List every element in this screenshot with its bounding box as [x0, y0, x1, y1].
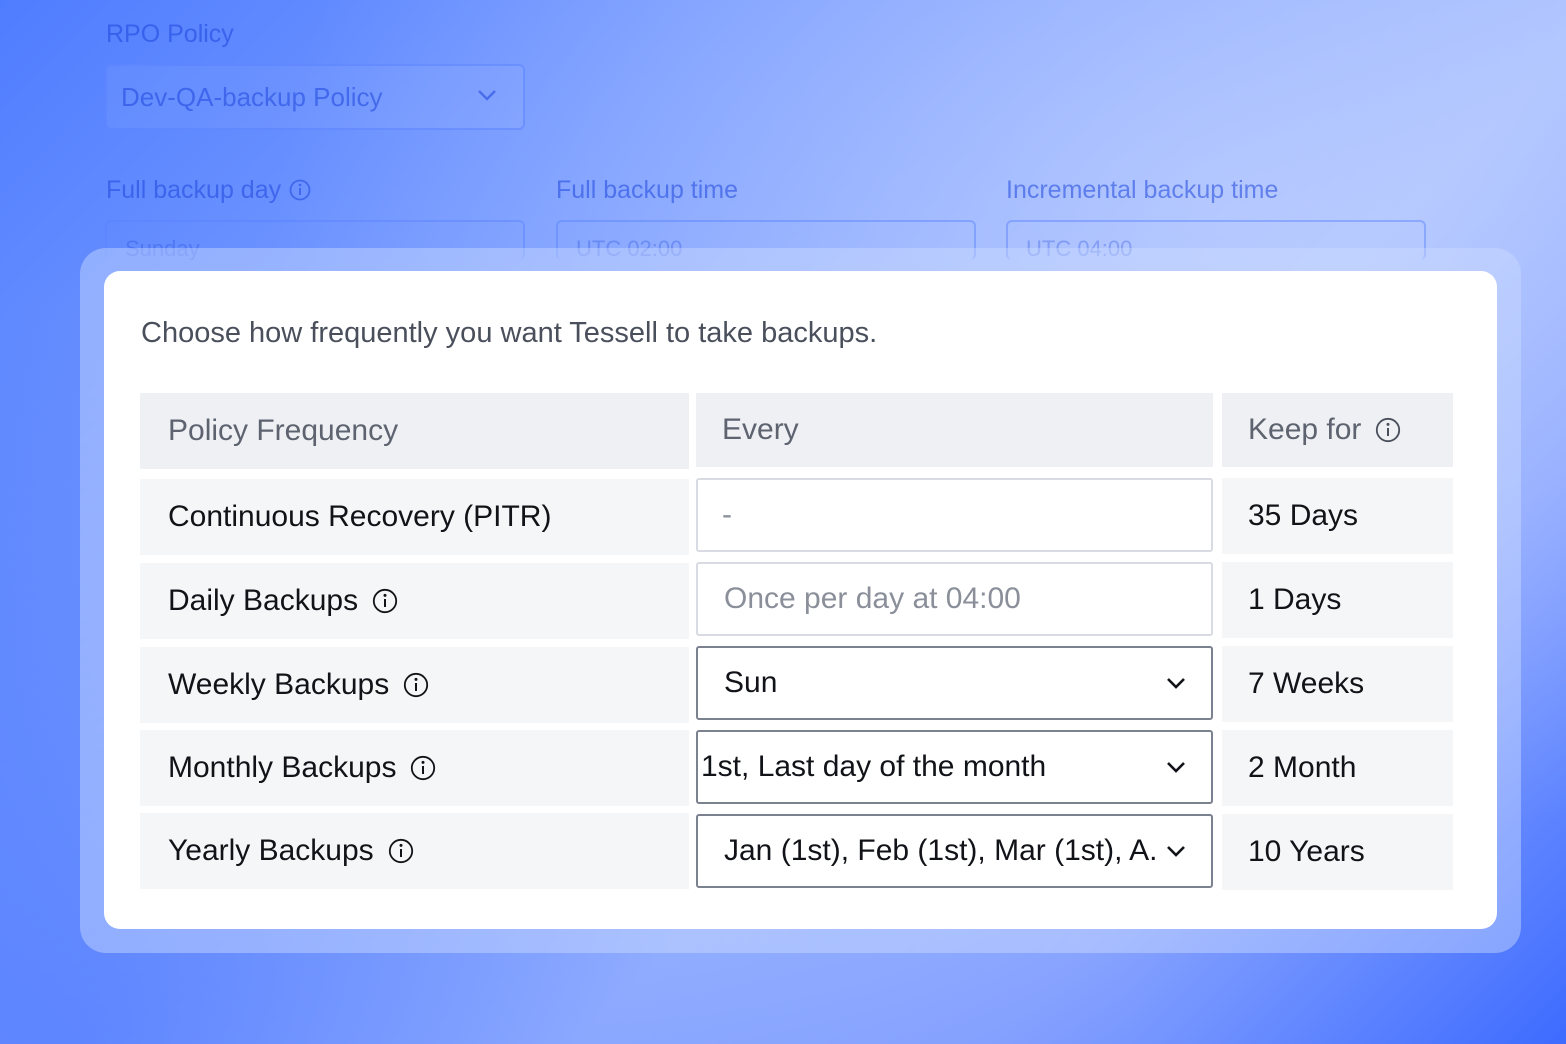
yearly-backups-months-select[interactable]: Jan (1st), Feb (1st), Mar (1st), A...: [696, 814, 1213, 888]
rpo-policy-select[interactable]: Dev-QA-backup Policy: [105, 64, 525, 130]
continuous-recovery-keep-for: 35 Days: [1222, 478, 1453, 554]
info-circle-icon[interactable]: [410, 755, 436, 781]
monthly-backups-day-select[interactable]: 1st, Last day of the month: [696, 730, 1213, 804]
row-daily-backups: Daily Backups: [140, 563, 689, 639]
weekly-backups-keep-for: 7 Weeks: [1222, 646, 1453, 722]
header-policy-frequency: Policy Frequency: [140, 393, 689, 469]
backup-frequency-modal: Choose how frequently you want Tessell t…: [104, 271, 1497, 929]
full-backup-time-label: Full backup time: [556, 176, 739, 204]
modal-intro-text: Choose how frequently you want Tessell t…: [141, 317, 878, 349]
chevron-down-icon: [1167, 678, 1185, 689]
row-weekly-backups: Weekly Backups: [140, 647, 689, 723]
row-yearly-backups: Yearly Backups: [140, 813, 689, 889]
chevron-down-icon: [478, 90, 496, 101]
chevron-down-icon: [1167, 846, 1185, 857]
weekly-backups-day-select[interactable]: Sun: [696, 646, 1213, 720]
header-every: Every: [696, 393, 1213, 467]
incremental-backup-time-label: Incremental backup time: [1006, 176, 1279, 204]
info-icon: [289, 179, 311, 201]
daily-backups-keep-for: 1 Days: [1222, 562, 1453, 638]
continuous-recovery-every-field: -: [696, 478, 1213, 552]
row-continuous-recovery: Continuous Recovery (PITR): [140, 479, 689, 555]
full-backup-day-label: Full backup day: [106, 176, 311, 205]
chevron-down-icon: [1167, 762, 1185, 773]
info-circle-icon[interactable]: [388, 838, 414, 864]
row-monthly-backups: Monthly Backups: [140, 730, 689, 806]
info-circle-icon[interactable]: [1375, 417, 1401, 443]
yearly-backups-keep-for: 10 Years: [1222, 814, 1453, 890]
daily-backups-every-input[interactable]: Once per day at 04:00: [696, 562, 1213, 636]
info-circle-icon[interactable]: [403, 672, 429, 698]
rpo-policy-value: Dev-QA-backup Policy: [121, 81, 383, 112]
header-keep-for: Keep for: [1222, 393, 1453, 467]
rpo-policy-label: RPO Policy: [106, 20, 234, 48]
info-circle-icon[interactable]: [372, 588, 398, 614]
monthly-backups-keep-for: 2 Month: [1222, 730, 1453, 806]
